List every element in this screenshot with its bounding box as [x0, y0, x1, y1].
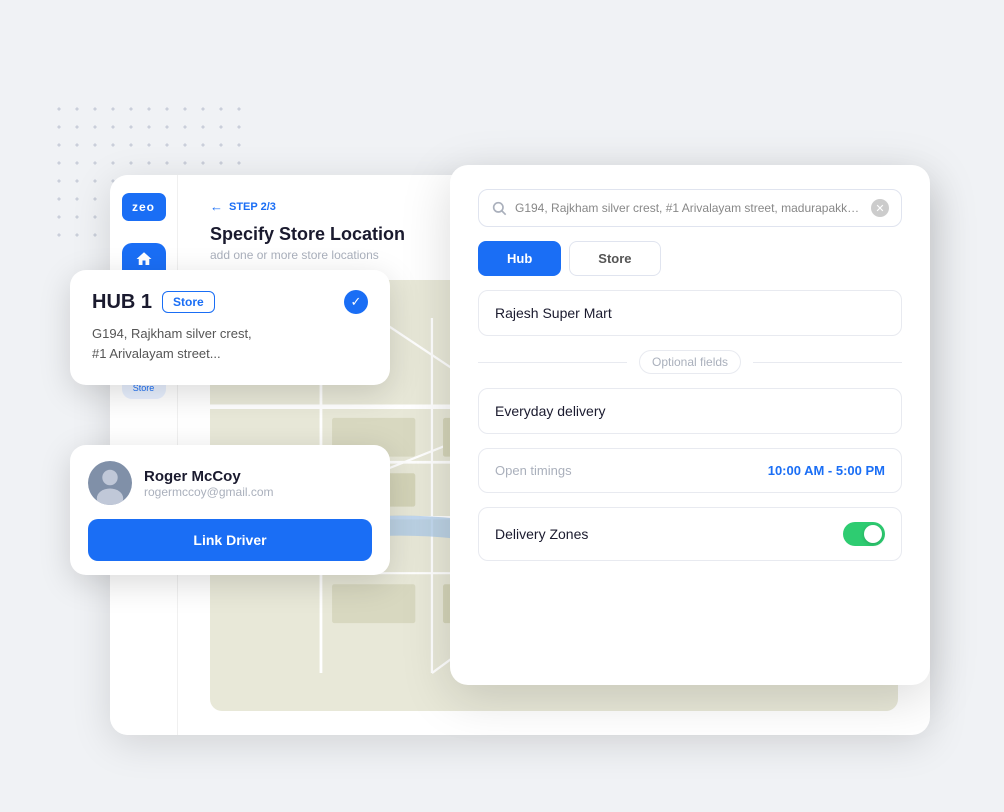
- link-driver-button[interactable]: Link Driver: [88, 519, 372, 561]
- hub-card: HUB 1 Store ✓ G194, Rajkham silver crest…: [70, 270, 390, 385]
- delivery-zones-row[interactable]: Delivery Zones: [478, 507, 902, 561]
- logo: zeo: [122, 193, 166, 221]
- driver-name: Roger McCoy: [144, 468, 274, 485]
- driver-avatar: [88, 461, 132, 505]
- hub-toggle-button[interactable]: Hub: [478, 241, 561, 276]
- hub-check-icon: ✓: [344, 290, 368, 314]
- step-label: STEP 2/3: [229, 201, 276, 213]
- store-toggle-button[interactable]: Store: [569, 241, 660, 276]
- timings-row[interactable]: Open timings 10:00 AM - 5:00 PM: [478, 448, 902, 493]
- driver-card: Roger McCoy rogermccoy@gmail.com Link Dr…: [70, 445, 390, 575]
- timings-label: Open timings: [495, 463, 572, 478]
- description-field[interactable]: Everyday delivery: [478, 388, 902, 434]
- hub-card-header: HUB 1 Store ✓: [92, 290, 368, 314]
- optional-divider: Optional fields: [478, 350, 902, 374]
- driver-details: Roger McCoy rogermccoy@gmail.com: [144, 468, 274, 499]
- hub-store-badge: Store: [162, 291, 215, 313]
- delivery-zones-label: Delivery Zones: [495, 526, 588, 542]
- driver-email: rogermccoy@gmail.com: [144, 485, 274, 499]
- search-input-value: G194, Rajkham silver crest, #1 Arivalaya…: [515, 201, 863, 215]
- type-toggle: Hub Store: [478, 241, 902, 276]
- search-bar[interactable]: G194, Rajkham silver crest, #1 Arivalaya…: [478, 189, 902, 227]
- delivery-zones-toggle[interactable]: [843, 522, 885, 546]
- hub-title: HUB 1: [92, 291, 152, 314]
- driver-info: Roger McCoy rogermccoy@gmail.com: [88, 461, 372, 505]
- timings-value: 10:00 AM - 5:00 PM: [768, 463, 885, 478]
- hub-address: G194, Rajkham silver crest,#1 Arivalayam…: [92, 324, 368, 363]
- back-arrow-icon: ←: [210, 199, 223, 214]
- search-icon: [491, 200, 507, 216]
- search-clear-button[interactable]: ✕: [871, 199, 889, 217]
- store-name-field[interactable]: Rajesh Super Mart: [478, 290, 902, 336]
- optional-label: Optional fields: [639, 350, 741, 374]
- right-panel: G194, Rajkham silver crest, #1 Arivalaya…: [450, 165, 930, 685]
